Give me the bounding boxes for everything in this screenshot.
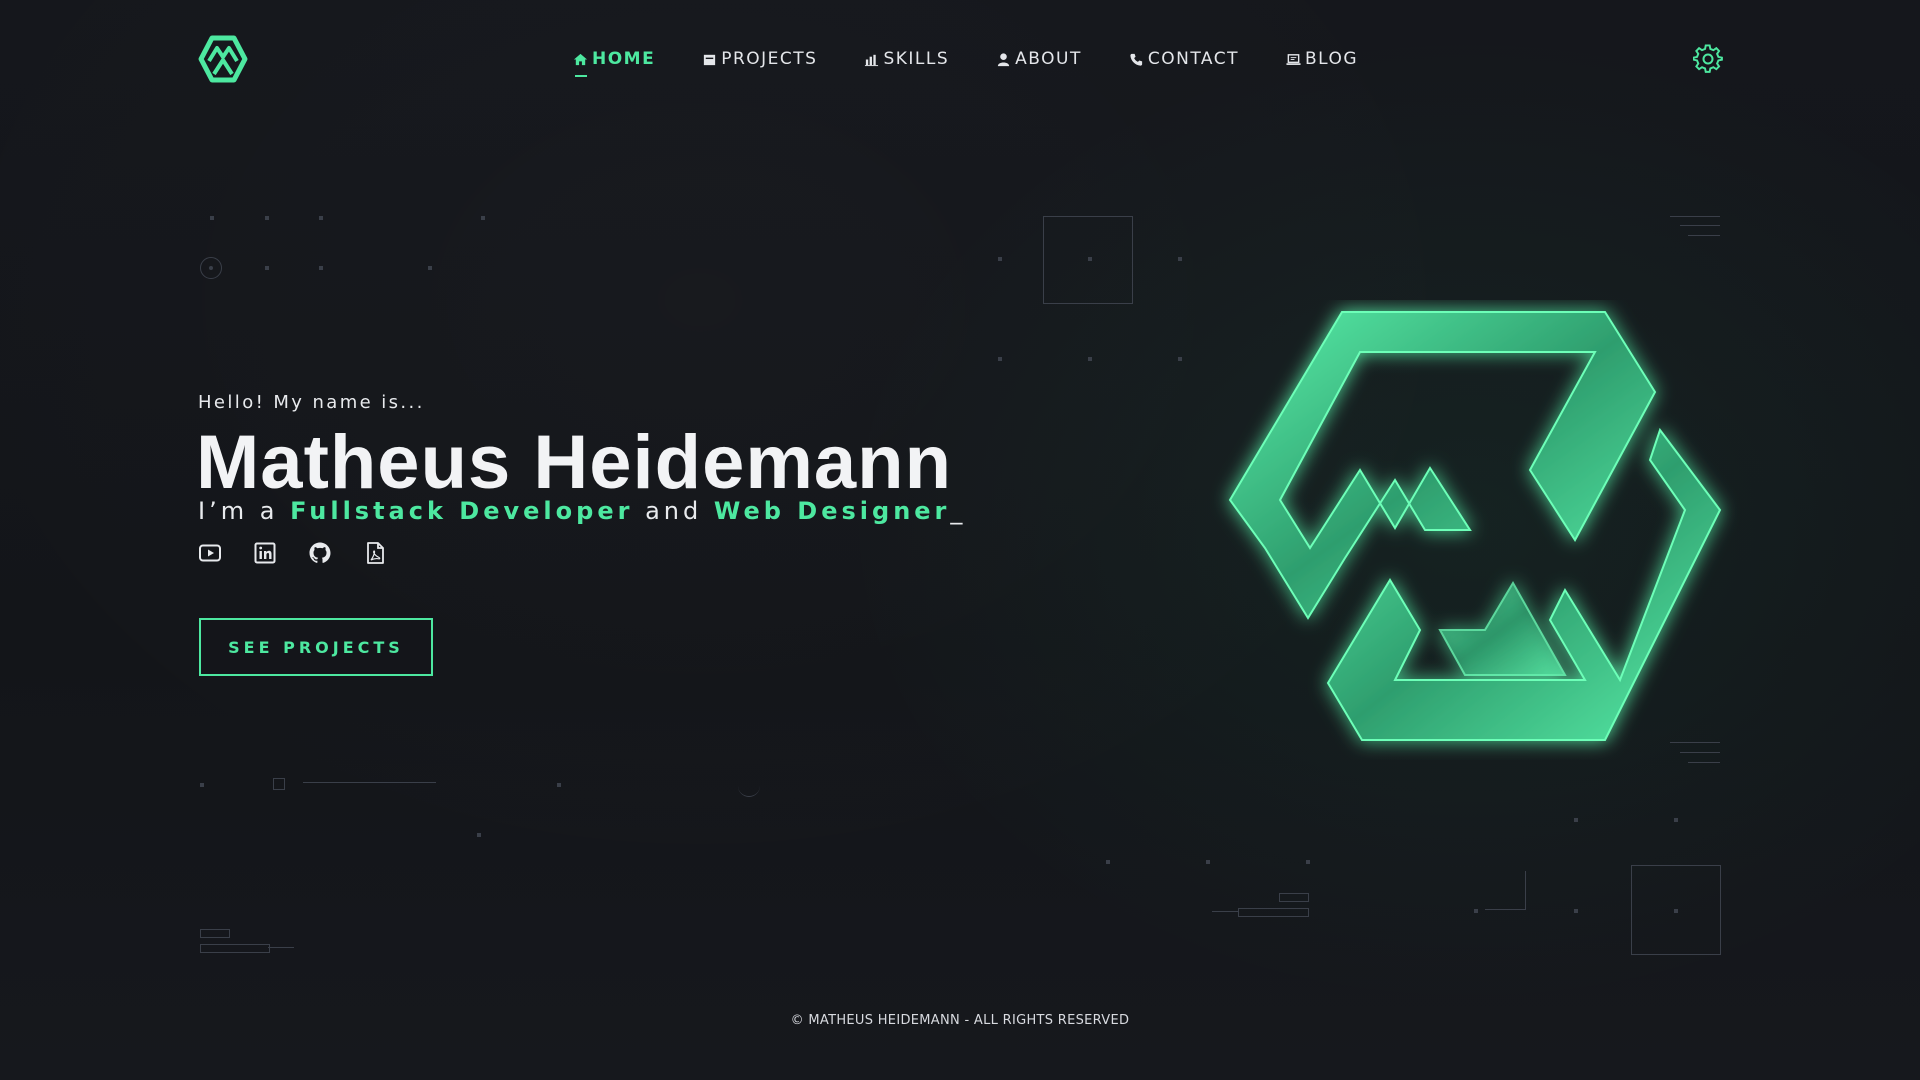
typing-cursor: _	[950, 497, 967, 525]
nav-item-skills[interactable]: SKILLS	[864, 49, 949, 69]
decor-dot	[1674, 909, 1678, 913]
decor-dot	[428, 266, 432, 270]
youtube-icon[interactable]	[198, 541, 222, 565]
decor-dot	[265, 216, 269, 220]
decor-line	[303, 782, 436, 783]
nav-item-home[interactable]: HOME	[573, 49, 656, 77]
gear-icon[interactable]	[1693, 44, 1723, 74]
nav-label: SKILLS	[883, 49, 950, 69]
decor-dot	[200, 783, 204, 787]
tagline-prefix: I’m a	[198, 497, 279, 525]
decor-dot	[477, 833, 481, 837]
decor-line	[1688, 235, 1720, 236]
decor-dot	[557, 783, 561, 787]
bar-chart-icon	[865, 54, 879, 66]
decor-line	[268, 947, 294, 948]
decor-square	[273, 778, 285, 790]
decor-dot	[210, 216, 214, 220]
logo-icon[interactable]	[198, 34, 248, 84]
nav-item-blog[interactable]: BLOG	[1286, 49, 1358, 69]
decor-dot	[1574, 818, 1578, 822]
decor-rect	[200, 944, 270, 953]
nav-item-contact[interactable]: CONTACT	[1129, 49, 1239, 69]
tagline-role-designer: Web Designer	[713, 497, 951, 525]
decor-dot	[1674, 818, 1678, 822]
user-icon	[998, 52, 1010, 66]
decor-line	[1680, 225, 1720, 226]
nav-item-projects[interactable]: PROJECTS	[702, 49, 817, 69]
nav-label: HOME	[592, 49, 656, 69]
decor-dot	[319, 266, 323, 270]
decor-rect	[1238, 908, 1309, 917]
decor-dot	[1178, 357, 1182, 361]
decor-dot	[1178, 257, 1182, 261]
decor-dot	[1088, 357, 1092, 361]
folder-icon	[704, 54, 716, 65]
nav-label: CONTACT	[1147, 49, 1239, 69]
tagline-and: and	[645, 497, 703, 525]
decor-dot	[998, 257, 1002, 261]
home-icon	[573, 53, 588, 65]
hero-tagline: I’m a Fullstack Developer and Web Design…	[198, 497, 966, 525]
decor-line	[1670, 216, 1720, 217]
linkedin-icon[interactable]	[253, 541, 277, 565]
pdf-resume-icon[interactable]	[363, 541, 387, 565]
decor-rect	[1279, 893, 1309, 902]
phone-icon	[1130, 53, 1142, 66]
hero-logo-graphic	[1228, 311, 1722, 741]
decor-arc	[738, 782, 760, 797]
decor-dot	[1088, 257, 1092, 261]
see-projects-button[interactable]: SEE PROJECTS	[199, 618, 433, 676]
decor-dot	[1306, 860, 1310, 864]
decor-dot	[1474, 909, 1478, 913]
nav-label: PROJECTS	[721, 49, 818, 69]
decor-rect	[200, 929, 230, 938]
nav-item-about[interactable]: ABOUT	[996, 49, 1082, 69]
hero-name: Matheus Heidemann	[196, 420, 953, 505]
decor-dot	[481, 216, 485, 220]
decor-dot	[1574, 909, 1578, 913]
laptop-icon	[1286, 53, 1301, 65]
decor-line	[1688, 762, 1720, 763]
nav-label: ABOUT	[1015, 49, 1082, 69]
decor-line	[1212, 911, 1238, 912]
decor-circle	[200, 257, 222, 279]
decor-dot	[265, 266, 269, 270]
decor-corner	[1485, 871, 1526, 910]
main-nav: HOME PROJECTS SKILLS ABOUT CONTACT BLOG	[573, 46, 1405, 77]
nav-label: BLOG	[1304, 49, 1359, 69]
tagline-role-fullstack: Fullstack Developer	[290, 497, 634, 525]
decor-dot	[1206, 860, 1210, 864]
hero-greeting: Hello! My name is...	[198, 392, 425, 413]
decor-dot	[998, 357, 1002, 361]
footer-copyright: © MATHEUS HEIDEMANN - ALL RIGHTS RESERVE…	[790, 1013, 1130, 1028]
decor-dot	[1106, 860, 1110, 864]
social-links	[198, 541, 387, 565]
github-icon[interactable]	[308, 541, 332, 565]
decor-dot	[319, 216, 323, 220]
